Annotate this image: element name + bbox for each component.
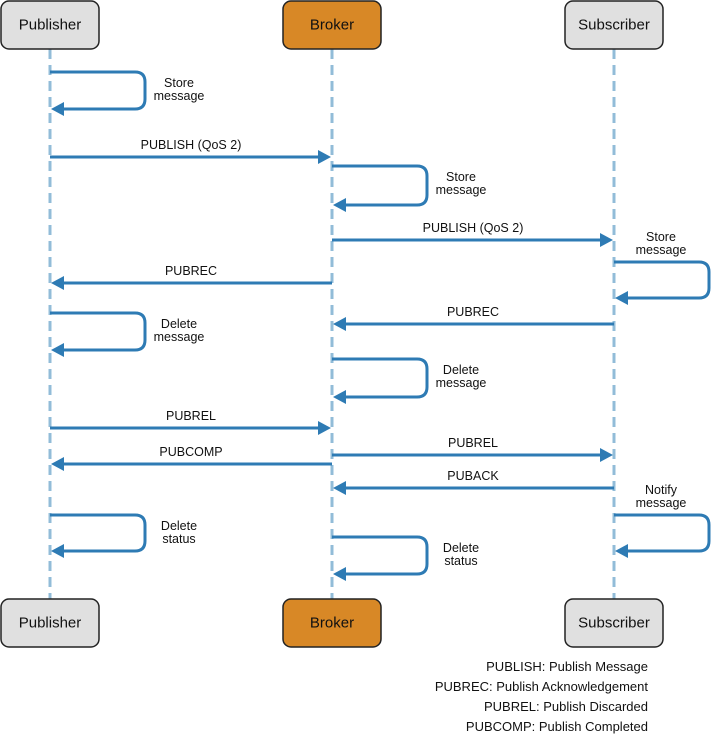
note-label: Store [164, 76, 194, 90]
message-arrow: PUBREL [50, 409, 331, 435]
legend-item-pubcomp: PUBCOMP: Publish Completed [466, 719, 648, 734]
actor-broker-top: Broker [282, 0, 382, 50]
note-label: Delete [161, 519, 197, 533]
arrow-head [333, 317, 346, 331]
note-label: Store [446, 170, 476, 184]
actor-publisher-bottom: Publisher [0, 598, 100, 648]
self-note-arrow: Deletemessage [50, 311, 205, 357]
message-label: PUBREC [447, 305, 499, 319]
message-arrow: PUBREC [51, 264, 332, 290]
message-label: PUBCOMP [159, 445, 222, 459]
message-label: PUBLISH (QoS 2) [423, 221, 524, 235]
legend-item-pubrel: PUBREL: Publish Discarded [484, 699, 648, 714]
self-note-arrow: Notifymessage [614, 483, 711, 558]
note-label: Delete [443, 541, 479, 555]
arrow-head [333, 567, 346, 581]
arrow-head [600, 233, 613, 247]
arrow-head [51, 457, 64, 471]
arrow-head [51, 276, 64, 290]
actor-label: Broker [310, 615, 354, 632]
message-arrow: PUBCOMP [51, 445, 332, 471]
message-label: PUBREL [166, 409, 216, 423]
arrow-head [600, 448, 613, 462]
message-arrow: PUBREL [332, 436, 613, 462]
self-note-arrow: Deletestatus [332, 535, 479, 581]
self-loop-line [332, 164, 429, 207]
arrow-head [51, 343, 64, 357]
self-note-arrow: Storemessage [332, 164, 487, 212]
message-label: PUBLISH (QoS 2) [141, 138, 242, 152]
arrow-head [615, 291, 628, 305]
arrow-head [51, 544, 64, 558]
note-label: message [636, 496, 687, 510]
message-label: PUBREC [165, 264, 217, 278]
note-label: message [436, 183, 487, 197]
note-label: status [444, 554, 477, 568]
message-arrow: PUBREC [333, 305, 614, 331]
note-label: message [154, 89, 205, 103]
message-arrow: PUBLISH (QoS 2) [332, 221, 613, 247]
note-label: Store [646, 230, 676, 244]
self-note-arrow: Deletestatus [50, 513, 197, 558]
steps: StoremessagePUBLISH (QoS 2)StoremessageP… [50, 70, 711, 581]
actor-label: Publisher [19, 17, 82, 34]
message-label: PUBREL [448, 436, 498, 450]
actor-label: Subscriber [578, 17, 650, 34]
arrow-head [333, 390, 346, 404]
legend: PUBLISH: Publish Message PUBREC: Publish… [435, 659, 649, 734]
actor-label: Broker [310, 17, 354, 34]
actor-subscriber-top: Subscriber [564, 0, 664, 50]
note-label: Delete [443, 363, 479, 377]
arrow-head [318, 421, 331, 435]
legend-item-publish: PUBLISH: Publish Message [486, 659, 648, 674]
self-loop-line [50, 70, 147, 111]
self-note-arrow: Storemessage [50, 70, 205, 116]
legend-item-pubrec: PUBREC: Publish Acknowledgement [435, 679, 649, 694]
actor-publisher-top: Publisher [0, 0, 100, 50]
note-label: message [636, 243, 687, 257]
arrow-head [333, 198, 346, 212]
note-label: Delete [161, 317, 197, 331]
self-loop-line [332, 357, 429, 399]
note-label: Notify [645, 483, 678, 497]
self-note-arrow: Storemessage [614, 230, 711, 305]
self-loop-line [332, 535, 429, 576]
message-arrow: PUBLISH (QoS 2) [50, 138, 331, 164]
self-loop-line [614, 260, 711, 300]
message-label: PUBACK [447, 469, 499, 483]
note-label: message [436, 376, 487, 390]
arrow-head [51, 102, 64, 116]
message-arrow: PUBACK [333, 469, 614, 495]
actor-broker-bottom: Broker [282, 598, 382, 648]
arrow-head [615, 544, 628, 558]
note-label: status [162, 532, 195, 546]
arrow-head [333, 481, 346, 495]
actor-subscriber-bottom: Subscriber [564, 598, 664, 648]
note-label: message [154, 330, 205, 344]
self-loop-line [50, 311, 147, 352]
self-loop-line [614, 513, 711, 553]
self-note-arrow: Deletemessage [332, 357, 487, 404]
actor-label: Subscriber [578, 615, 650, 632]
arrow-head [318, 150, 331, 164]
sequence-diagram: StoremessagePUBLISH (QoS 2)StoremessageP… [0, 0, 711, 734]
actor-label: Publisher [19, 615, 82, 632]
self-loop-line [50, 513, 147, 553]
